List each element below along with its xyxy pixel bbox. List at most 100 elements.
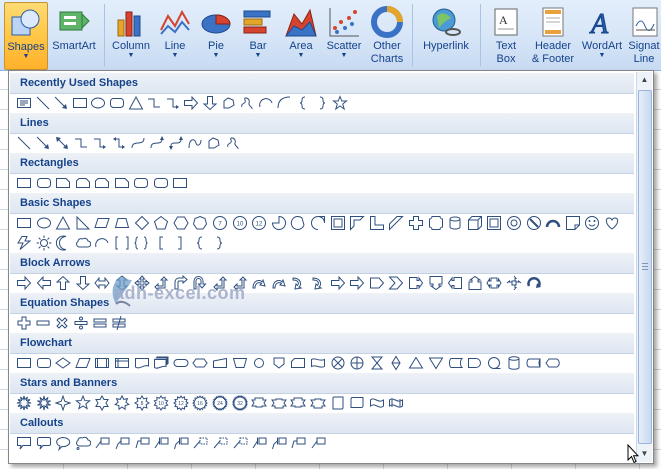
6-point-star-shape-icon[interactable]: [94, 395, 110, 411]
flowchart-connector-shape-icon[interactable]: [251, 355, 267, 371]
smiley-face-shape-icon[interactable]: [584, 215, 600, 231]
right-arrow-shape-icon[interactable]: [183, 95, 199, 111]
heptagon-shape-icon[interactable]: [192, 215, 208, 231]
moon-shape-icon[interactable]: [55, 235, 71, 251]
curved-arrow-connector-shape-icon[interactable]: [149, 135, 165, 151]
pie-shape-icon[interactable]: [271, 215, 287, 231]
isosceles-triangle-shape-icon[interactable]: [55, 215, 71, 231]
star-shape-icon[interactable]: [332, 95, 349, 111]
right-brace-shape-icon[interactable]: [314, 95, 330, 111]
signature-line-button[interactable]: Signat Line: [627, 2, 661, 68]
flowchart-data-shape-icon[interactable]: [75, 355, 91, 371]
flowchart-card-shape-icon[interactable]: [290, 355, 306, 371]
flowchart-decision-shape-icon[interactable]: [55, 355, 72, 371]
minus-shape-icon[interactable]: [35, 315, 51, 331]
plaque-shape-icon[interactable]: [428, 215, 444, 231]
elbow-double-arrow-connector-shape-icon[interactable]: [111, 135, 127, 151]
lightning-bolt-shape-icon[interactable]: [16, 235, 32, 251]
decagon-shape-icon[interactable]: 10: [232, 215, 248, 231]
line-callout-2-accent-bar-shape-icon[interactable]: [173, 435, 189, 451]
line-callout-1-border-and-accent-bar-shape-icon[interactable]: [251, 435, 267, 451]
heart-shape-icon[interactable]: [604, 215, 620, 231]
frame-shape-icon[interactable]: [330, 215, 346, 231]
curved-left-arrow-shape-icon[interactable]: [271, 275, 287, 291]
down-arrow-callout-shape-icon[interactable]: [428, 275, 444, 291]
32-point-star-shape-icon[interactable]: 32: [231, 395, 248, 411]
other-charts-button[interactable]: Other Charts: [367, 2, 407, 68]
flowchart-document-shape-icon[interactable]: [134, 355, 150, 371]
right-brace-shape-icon[interactable]: [211, 235, 227, 251]
snip-same-side-corner-rectangle-shape-icon[interactable]: [75, 175, 91, 191]
sun-shape-icon[interactable]: [36, 235, 52, 251]
cross-shape-icon[interactable]: [408, 215, 424, 231]
line-callout-3-no-border-shape-icon[interactable]: [232, 435, 248, 451]
donut-shape-icon[interactable]: [506, 215, 522, 231]
snip-diagonal-corner-rectangle-shape-icon[interactable]: [94, 175, 110, 191]
not-equal-shape-icon[interactable]: [111, 315, 127, 331]
up-arrow-shape-icon[interactable]: [55, 275, 71, 291]
double-wave-shape-icon[interactable]: [388, 395, 404, 411]
line-shape-icon[interactable]: [16, 135, 32, 151]
flowchart-manual-input-shape-icon[interactable]: [212, 355, 228, 371]
line-shape-icon[interactable]: [35, 95, 51, 111]
line-callout-2-border-and-accent-bar-shape-icon[interactable]: [271, 435, 287, 451]
notched-right-arrow-shape-icon[interactable]: [349, 275, 365, 291]
rounded-rectangle-shape-icon[interactable]: [109, 95, 125, 111]
l-shape-shape-icon[interactable]: [369, 215, 385, 231]
round-single-corner-rectangle-shape-icon[interactable]: [133, 175, 149, 191]
round-diagonal-corner-rectangle-shape-icon[interactable]: [172, 175, 188, 191]
explosion-2-shape-icon[interactable]: [36, 395, 52, 411]
right-arrow-shape-icon[interactable]: [16, 275, 32, 291]
scribble-shape-icon[interactable]: [225, 135, 241, 151]
flowchart-magnetic-disk-shape-icon[interactable]: [506, 355, 522, 371]
elbow-connector-shape-icon[interactable]: [73, 135, 89, 151]
flowchart-sequential-access-storage-shape-icon[interactable]: [486, 355, 502, 371]
line-callout-3-shape-icon[interactable]: [134, 435, 150, 451]
pie-chart-button[interactable]: Pie ▼: [197, 2, 235, 68]
wordart-button[interactable]: A WordArt ▼: [579, 2, 625, 68]
teardrop-shape-icon[interactable]: [310, 215, 326, 231]
line-callout-1-shape-icon[interactable]: [94, 435, 110, 451]
flowchart-alternate-process-shape-icon[interactable]: [36, 355, 52, 371]
curved-double-arrow-connector-shape-icon[interactable]: [168, 135, 184, 151]
down-arrow-shape-icon[interactable]: [202, 95, 218, 111]
snip-and-round-rectangle-shape-icon[interactable]: [114, 175, 130, 191]
flowchart-direct-access-storage-shape-icon[interactable]: [526, 355, 542, 371]
dodecagon-shape-icon[interactable]: 12: [251, 215, 267, 231]
oval-callout-shape-icon[interactable]: [55, 435, 71, 451]
elbow-arrow-connector-shape-icon[interactable]: [92, 135, 108, 151]
quad-arrow-callout-shape-icon[interactable]: [506, 275, 522, 291]
pentagon-shape-icon[interactable]: [153, 215, 169, 231]
cloud-shape-icon[interactable]: [75, 235, 91, 251]
down-ribbon-shape-icon[interactable]: [251, 395, 268, 411]
trapezoid-shape-icon[interactable]: [114, 215, 130, 231]
line-callout-4-shape-icon[interactable]: [310, 435, 326, 451]
freeform-shape-icon[interactable]: [221, 95, 237, 111]
curve-shape-icon[interactable]: [276, 95, 292, 111]
line-callout-1-accent-bar-shape-icon[interactable]: [153, 435, 169, 451]
scroll-thumb[interactable]: [638, 90, 652, 444]
hyperlink-button[interactable]: Hyperlink: [417, 2, 475, 68]
hexagon-shape-icon[interactable]: [173, 215, 189, 231]
multiply-shape-icon[interactable]: [54, 315, 70, 331]
double-bracket-shape-icon[interactable]: [114, 235, 130, 251]
arrow-line-shape-icon[interactable]: [35, 135, 51, 151]
vertical-scrollbar[interactable]: ▲ ▼: [636, 72, 652, 462]
rectangle-shape-icon[interactable]: [16, 175, 32, 191]
8-point-star-shape-icon[interactable]: 8: [133, 395, 150, 411]
4-point-star-shape-icon[interactable]: [55, 395, 72, 411]
double-arrow-line-shape-icon[interactable]: [54, 135, 70, 151]
flowchart-terminator-shape-icon[interactable]: [173, 355, 189, 371]
no-symbol-shape-icon[interactable]: [526, 215, 542, 231]
text-box-shape-icon[interactable]: [16, 215, 32, 231]
arrow-shape-icon[interactable]: [53, 95, 69, 111]
circular-arrow-shape-icon[interactable]: [526, 275, 542, 291]
round-same-side-corner-rectangle-shape-icon[interactable]: [153, 175, 169, 191]
flowchart-delay-shape-icon[interactable]: [467, 355, 483, 371]
scroll-down-button[interactable]: ▼: [637, 446, 652, 462]
bar-chart-button[interactable]: Bar ▼: [238, 2, 278, 68]
flowchart-off-page-connector-shape-icon[interactable]: [271, 355, 287, 371]
can-shape-icon[interactable]: [447, 215, 463, 231]
division-shape-icon[interactable]: [73, 315, 89, 331]
snip-single-corner-rectangle-shape-icon[interactable]: [55, 175, 71, 191]
